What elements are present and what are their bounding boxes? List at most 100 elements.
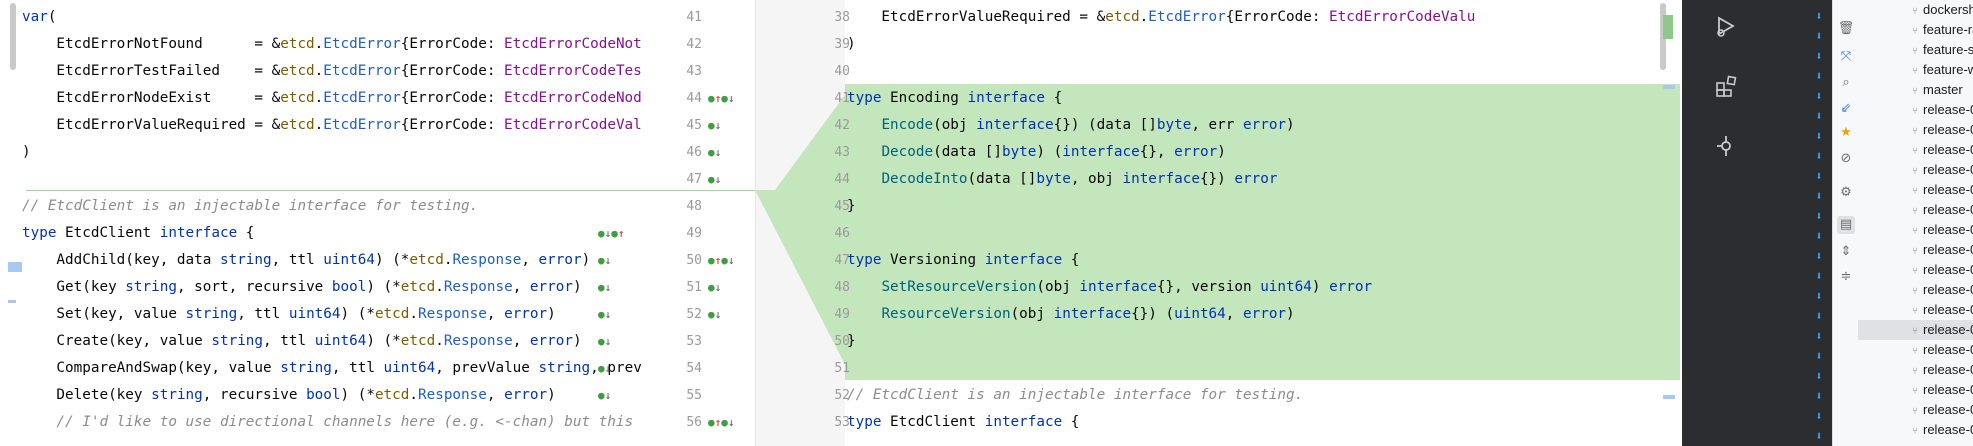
left-token: uint64: [314, 333, 367, 349]
right-token: {},: [1139, 144, 1175, 160]
branch-item[interactable]: ⑂ dockershi: [1912, 0, 1973, 20]
left-editor-pane[interactable]: var( EtcdErrorNotFound = &etcd.EtcdError…: [0, 0, 755, 446]
left-code-line: Delete(key string, recursive bool) (*etc…: [22, 382, 555, 409]
left-token: Response: [443, 279, 513, 295]
right-code-line: // EtcdClient is an injectable interface…: [847, 382, 1303, 409]
commit-arrow-icon: ⬇: [1815, 29, 1823, 43]
revert-change-icon[interactable]: ●↓: [598, 355, 611, 382]
left-code-line: Set(key, value string, ttl uint64) (*etc…: [22, 301, 555, 328]
right-token: EtcdError: [1148, 9, 1226, 25]
branch-item[interactable]: ⑂ release-0.: [1912, 360, 1973, 380]
branch-item[interactable]: ⑂ release-0.: [1912, 220, 1973, 240]
search-icon[interactable]: ⌕: [1837, 74, 1855, 92]
git-commit-icon[interactable]: [1714, 134, 1736, 156]
right-token: error: [1329, 279, 1373, 295]
branch-item[interactable]: ⑂ release-0.: [1912, 380, 1973, 400]
run-debug-icon[interactable]: [1714, 14, 1736, 37]
left-token: etcd: [280, 90, 315, 106]
branch-item[interactable]: ⑂ release-0.: [1912, 260, 1973, 280]
left-token: .: [409, 306, 418, 322]
right-line-number: 44: [686, 91, 702, 106]
right-line-number: 54: [686, 361, 702, 376]
left-code-line: var(: [22, 4, 56, 31]
left-token: error: [504, 387, 548, 403]
branch-item[interactable]: ⑂ release-0.: [1912, 400, 1973, 420]
accept-change-icon[interactable]: ●↑●↓: [708, 409, 735, 436]
left-token: error: [504, 306, 548, 322]
right-token: ): [1286, 117, 1295, 133]
group-by-icon[interactable]: ▤: [1837, 216, 1855, 234]
left-token: EtcdErrorNotFound = &: [22, 36, 281, 52]
right-line-number: 49: [686, 226, 702, 241]
branch-item[interactable]: ⑂ release-0.: [1912, 200, 1973, 220]
right-editor-pane[interactable]: EtcdErrorValueRequired = &etcd.EtcdError…: [845, 0, 1680, 446]
branch-name: release-0.: [1923, 222, 1973, 237]
right-token: [847, 144, 881, 160]
branch-item[interactable]: ⑂ release-0.: [1858, 320, 1973, 340]
trash-icon[interactable]: 🗑: [1837, 20, 1855, 38]
branch-item[interactable]: ⑂ release-0.: [1912, 100, 1973, 120]
branch-item[interactable]: ⑂ release-0.: [1912, 120, 1973, 140]
left-change-marker: [8, 300, 16, 303]
revert-change-icon[interactable]: ●↓●↑: [598, 220, 625, 247]
right-token: (obj: [1036, 279, 1080, 295]
right-token: Encode: [881, 117, 934, 133]
right-token: byte: [1036, 171, 1071, 187]
accept-change-icon[interactable]: ●↓: [708, 112, 721, 139]
revert-change-icon[interactable]: ●↓: [598, 301, 611, 328]
left-line-number: 44: [834, 172, 850, 187]
branch-item[interactable]: ⑂ feature-se: [1912, 40, 1973, 60]
left-token: // EtcdClient is an injectable interface…: [22, 198, 479, 214]
branch-name: feature-w: [1923, 62, 1973, 77]
left-token: uint64: [323, 252, 375, 268]
branch-item[interactable]: ⑂ release-0.: [1912, 280, 1973, 300]
branch-item[interactable]: ⑂ release-0.: [1912, 420, 1973, 440]
commit-arrow-icon: ⬇: [1815, 349, 1823, 363]
right-token: Versioning: [881, 252, 985, 268]
settings-icon[interactable]: ⚙: [1837, 184, 1855, 202]
left-token: string: [125, 279, 177, 295]
branch-item[interactable]: ⑂ release-0.: [1912, 160, 1973, 180]
compare-icon[interactable]: ⊘: [1837, 150, 1855, 168]
right-line-number: 55: [686, 388, 702, 403]
branch-icon: ⑂: [1912, 46, 1918, 57]
left-token: {ErrorCode:: [400, 36, 505, 52]
left-line-number: 45: [834, 199, 850, 214]
right-token: Decode: [881, 144, 934, 160]
merge-icon[interactable]: ⤧: [1837, 48, 1855, 66]
branch-item[interactable]: ⑂ release-0.: [1912, 240, 1973, 260]
branch-item[interactable]: ⑂ release-0.: [1912, 300, 1973, 320]
branch-item[interactable]: ⑂ release-0.: [1912, 340, 1973, 360]
accept-change-icon[interactable]: ●↑●↓: [708, 247, 735, 274]
commit-arrow-icon: ⬇: [1815, 129, 1823, 143]
right-token: interface: [967, 90, 1045, 106]
revert-change-icon[interactable]: ●↓: [598, 274, 611, 301]
right-line-number: 41: [686, 10, 702, 25]
branch-name: release-0.: [1923, 242, 1973, 257]
right-line-number: 48: [686, 199, 702, 214]
right-line-number: 53: [686, 334, 702, 349]
star-icon[interactable]: ★: [1837, 124, 1855, 142]
revert-change-icon[interactable]: ●↓: [598, 247, 611, 274]
revert-change-icon[interactable]: ●↓: [598, 382, 611, 409]
branch-item[interactable]: ⑂ master: [1912, 80, 1963, 100]
git-log-toolbar: 🗑 ⤧ ⌕ ⇙ ★ ⊘ ⚙ ▤ ⇕ ≑: [1832, 0, 1859, 446]
left-scrollbar-thumb[interactable]: [10, 3, 16, 70]
branch-name: release-0.: [1923, 102, 1973, 117]
plugins-grid-icon[interactable]: [1714, 74, 1737, 97]
left-token: string: [185, 306, 238, 322]
branch-item[interactable]: ⑂ release-0.: [1912, 180, 1973, 200]
collapse-all-icon[interactable]: ≑: [1837, 268, 1855, 286]
branch-name: master: [1923, 82, 1963, 97]
revert-change-icon[interactable]: ●↓: [598, 328, 611, 355]
branch-item[interactable]: ⑂ feature-ra: [1912, 20, 1973, 40]
accept-change-icon[interactable]: ●↓: [708, 166, 721, 193]
expand-all-icon[interactable]: ⇕: [1837, 243, 1855, 261]
accept-change-icon[interactable]: ●↓: [708, 139, 721, 166]
accept-change-icon[interactable]: ●↓: [708, 301, 721, 328]
branch-item[interactable]: ⑂ release-0.: [1912, 140, 1973, 160]
update-icon[interactable]: ⇙: [1837, 100, 1855, 118]
branch-item[interactable]: ⑂ feature-w: [1912, 60, 1973, 80]
accept-change-icon[interactable]: ●↓: [708, 274, 721, 301]
accept-change-icon[interactable]: ●↑●↓: [708, 85, 735, 112]
